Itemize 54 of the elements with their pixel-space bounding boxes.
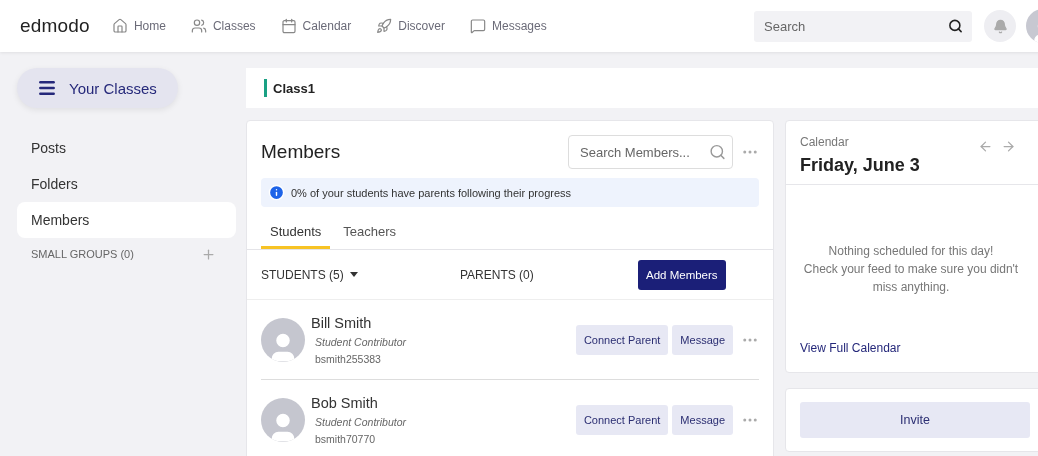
empty-message: Nothing scheduled for this day! <box>828 243 994 260</box>
previous-icon[interactable] <box>978 139 993 154</box>
rocket-icon <box>376 18 393 34</box>
search-icon[interactable] <box>948 18 963 34</box>
search-icon <box>709 143 726 161</box>
calendar-label: Calendar <box>800 135 850 149</box>
student-username: bsmith255383 <box>315 352 382 365</box>
action-button[interactable]: Message <box>672 405 733 435</box>
student-name: Bill Smith <box>311 314 373 331</box>
invite-button[interactable]: Invite <box>800 402 1030 438</box>
students-filter[interactable]: STUDENTS (5) <box>261 267 460 282</box>
nav-link[interactable]: Home <box>111 18 166 34</box>
empty-message: Check your feed to make sure you didn't <box>803 261 1019 278</box>
search-field[interactable]: Search <box>754 10 972 42</box>
info-icon <box>268 184 285 201</box>
view-calendar-link[interactable]: View Full Calendar <box>786 341 1038 372</box>
next-icon[interactable] <box>1001 139 1016 154</box>
student-name: Bob Smith <box>311 395 379 411</box>
home-icon <box>111 18 128 34</box>
notification-button[interactable] <box>984 10 1016 42</box>
tab[interactable]: Teachers <box>334 217 406 249</box>
student-role: Student Contributor <box>315 335 408 348</box>
avatar-icon <box>261 398 305 442</box>
sidebar-item[interactable]: Posts <box>17 130 236 166</box>
calendar-icon <box>280 18 297 34</box>
add-icon[interactable] <box>201 246 216 262</box>
avatar-icon <box>261 317 305 362</box>
nav-link[interactable]: Calendar <box>280 18 352 34</box>
tab[interactable]: Students <box>261 217 331 249</box>
sidebar-item[interactable]: Members <box>17 202 236 238</box>
your-classes-button[interactable]: Your Classes <box>17 68 178 108</box>
people-icon <box>190 18 207 34</box>
empty-message: miss anything. <box>872 279 950 296</box>
student-role: Student Contributor <box>315 416 408 428</box>
sidebar-item[interactable]: Folders <box>17 166 236 202</box>
logo[interactable]: edmodo <box>20 15 90 37</box>
chat-bubble-icon <box>469 18 486 34</box>
calendar-date: Friday, June 3 <box>800 155 920 176</box>
add-members-button[interactable]: Add Members <box>638 259 726 290</box>
nav-link[interactable]: Classes <box>190 18 256 34</box>
small-groups-label: SMALL GROUPS (0) <box>31 248 134 260</box>
members-title: Members <box>261 141 342 163</box>
class-title: Class1 <box>273 80 315 96</box>
search-members-field[interactable]: Search Members... <box>568 135 733 169</box>
action-button[interactable]: Connect Parent <box>575 405 669 435</box>
info-text: 0% of your students have parents following their progress <box>291 186 572 199</box>
action-button[interactable]: Message <box>672 324 733 355</box>
nav-link[interactable]: Messages <box>469 18 547 34</box>
bell-icon <box>992 18 1008 34</box>
menu-icon <box>37 78 57 98</box>
parents-count[interactable]: PARENTS (0) <box>460 267 534 282</box>
nav-link[interactable]: Discover <box>376 18 445 34</box>
action-button[interactable]: Connect Parent <box>575 324 669 355</box>
student-username: bsmith70770 <box>315 433 377 445</box>
